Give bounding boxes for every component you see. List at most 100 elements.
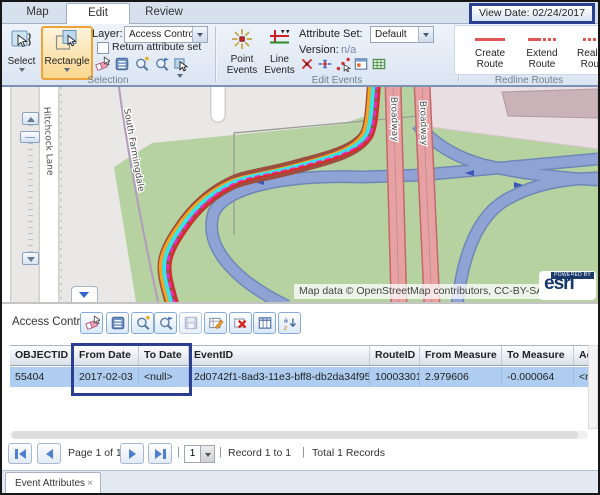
previous-page-button[interactable] xyxy=(37,443,61,464)
ribbon: Select Rectangle Layer: Access Control R… xyxy=(2,24,598,87)
line-events-label: Line Events xyxy=(261,54,298,76)
pagination-separator: | xyxy=(302,446,305,458)
map-canvas[interactable]: Hitchcock Lane South Farmingdale Broadwa… xyxy=(2,87,598,302)
redline-group-label: Redline Routes xyxy=(460,75,598,86)
attribute-table-icon[interactable] xyxy=(370,55,388,73)
select-tool-button[interactable]: Select xyxy=(4,27,39,72)
layer-label: Layer: xyxy=(92,28,123,40)
cell-from-date: 2017-02-03 xyxy=(74,367,139,387)
last-page-button[interactable] xyxy=(148,443,172,464)
next-page-icon xyxy=(129,449,136,459)
column-header-from-date[interactable]: From Date xyxy=(74,346,139,365)
layer-dropdown-value: Access Control xyxy=(129,29,196,40)
return-attribute-set-label: Return attribute set xyxy=(112,41,201,53)
delete-selected-button[interactable] xyxy=(229,312,252,334)
event-attributes-tab-label: Event Attributes xyxy=(15,473,85,495)
pan-to-selection-icon[interactable] xyxy=(153,55,171,73)
next-page-button[interactable] xyxy=(120,443,144,464)
first-page-button[interactable] xyxy=(8,443,32,464)
clear-selection-button[interactable] xyxy=(80,312,103,334)
create-route-icon xyxy=(475,38,505,41)
sort-records-button[interactable]: a z xyxy=(278,312,301,334)
zoom-out-button[interactable] xyxy=(22,252,39,265)
scrollbar-thumb[interactable] xyxy=(12,431,578,439)
chevron-down-icon[interactable] xyxy=(418,27,433,42)
zoom-to-selection-button[interactable] xyxy=(131,312,154,334)
realign-route-button[interactable]: Realign Route xyxy=(573,32,599,70)
previous-page-icon xyxy=(46,449,53,459)
point-events-icon xyxy=(229,27,255,54)
create-route-label: Create Route xyxy=(469,48,511,70)
zoom-in-button[interactable] xyxy=(22,112,39,125)
pan-to-selection-button[interactable] xyxy=(154,312,177,334)
chevron-down-icon[interactable] xyxy=(192,27,207,42)
selectable-layers-icon[interactable] xyxy=(171,55,189,73)
zoom-to-selection-icon[interactable] xyxy=(133,55,151,73)
table-header-row: OBJECTID From Date To Date EventID Route… xyxy=(10,345,588,366)
attribute-set-dropdown[interactable]: Default xyxy=(370,26,434,43)
column-header-to-date[interactable]: To Date xyxy=(139,346,189,365)
line-events-button[interactable]: Line Events xyxy=(261,27,298,76)
zoom-slider-track[interactable] xyxy=(28,125,33,253)
select-dropdown-caret[interactable] xyxy=(19,68,25,72)
collapse-panel-button[interactable] xyxy=(71,286,98,302)
tab-event-attributes[interactable]: Event Attributes × xyxy=(5,472,101,495)
cell-to-measure: -0.000064 xyxy=(502,367,574,387)
rectangle-tool-button[interactable]: Rectangle xyxy=(41,26,93,80)
chevron-down-icon[interactable] xyxy=(201,445,215,463)
table-horizontal-scrollbar[interactable] xyxy=(10,431,588,439)
save-edits-button[interactable] xyxy=(179,312,202,334)
clear-selection-icon[interactable] xyxy=(93,55,111,73)
snap-events-icon[interactable] xyxy=(334,55,352,73)
column-header-from-measure[interactable]: From Measure xyxy=(420,346,502,365)
create-route-button[interactable]: Create Route xyxy=(469,32,511,70)
column-header-eventid[interactable]: EventID xyxy=(189,346,370,365)
page-number-dropdown[interactable]: 1 xyxy=(184,445,215,463)
panel-title: Access Control xyxy=(12,316,89,328)
last-page-icon xyxy=(155,449,162,459)
attribute-set-value: Default xyxy=(375,29,407,40)
app-window: Map Edit Review View Date: 02/24/2017 Se… xyxy=(0,0,600,495)
pagination-separator: | xyxy=(177,446,180,458)
tab-map[interactable]: Map xyxy=(10,2,65,23)
point-events-label: Point Events xyxy=(223,54,261,76)
tab-review[interactable]: Review xyxy=(134,2,194,23)
slider-down-icon xyxy=(27,257,35,262)
zoom-slider-handle[interactable] xyxy=(20,131,40,143)
extend-route-button[interactable]: Extend Route xyxy=(521,32,563,70)
realign-route-icon xyxy=(583,38,600,41)
split-event-icon[interactable] xyxy=(298,55,316,73)
group-divider xyxy=(215,26,217,82)
edit-attributes-button[interactable] xyxy=(204,312,227,334)
esri-logo: POWERED BY esri xyxy=(539,271,596,300)
close-icon[interactable]: × xyxy=(87,473,93,495)
cell-to-date: <null> xyxy=(139,367,189,387)
show-selected-records-button[interactable] xyxy=(106,312,129,334)
show-selected-records-icon[interactable] xyxy=(113,55,131,73)
page-number-value: 1 xyxy=(184,445,201,463)
road-label-broadway-1: Broadway xyxy=(388,97,400,143)
select-tool-icon xyxy=(9,27,35,56)
road-label-broadway-2: Broadway xyxy=(417,101,429,147)
cell-objectid: 55404 xyxy=(10,367,74,387)
extend-route-label: Extend Route xyxy=(521,48,563,70)
attribute-window-icon[interactable] xyxy=(352,55,370,73)
table-vertical-scrollbar[interactable] xyxy=(588,345,598,429)
merge-events-icon[interactable] xyxy=(316,55,334,73)
esri-wordmark: esri xyxy=(544,273,574,295)
cell-eventid: 2d0742f1-8ad3-11e3-bff8-db2da34f95fe xyxy=(189,367,370,387)
rectangle-dropdown-caret[interactable] xyxy=(64,68,70,72)
edit-events-group-label: Edit Events xyxy=(217,75,457,86)
column-header-to-measure[interactable]: To Measure xyxy=(502,346,574,365)
column-header-routeid[interactable]: RouteID xyxy=(370,346,420,365)
total-records-text: Total 1 Records xyxy=(312,447,385,459)
return-attribute-set-checkbox[interactable] xyxy=(97,42,109,54)
extend-route-icon xyxy=(528,38,556,41)
pagination-separator: | xyxy=(219,446,222,458)
column-header-objectid[interactable]: OBJECTID xyxy=(10,346,74,365)
column-settings-button[interactable] xyxy=(253,312,276,334)
point-events-button[interactable]: Point Events xyxy=(223,27,261,76)
table-row[interactable]: 55404 2017-02-03 <null> 2d0742f1-8ad3-11… xyxy=(10,367,588,387)
column-header-access[interactable]: Ac xyxy=(574,346,588,365)
tab-edit[interactable]: Edit xyxy=(66,3,130,25)
